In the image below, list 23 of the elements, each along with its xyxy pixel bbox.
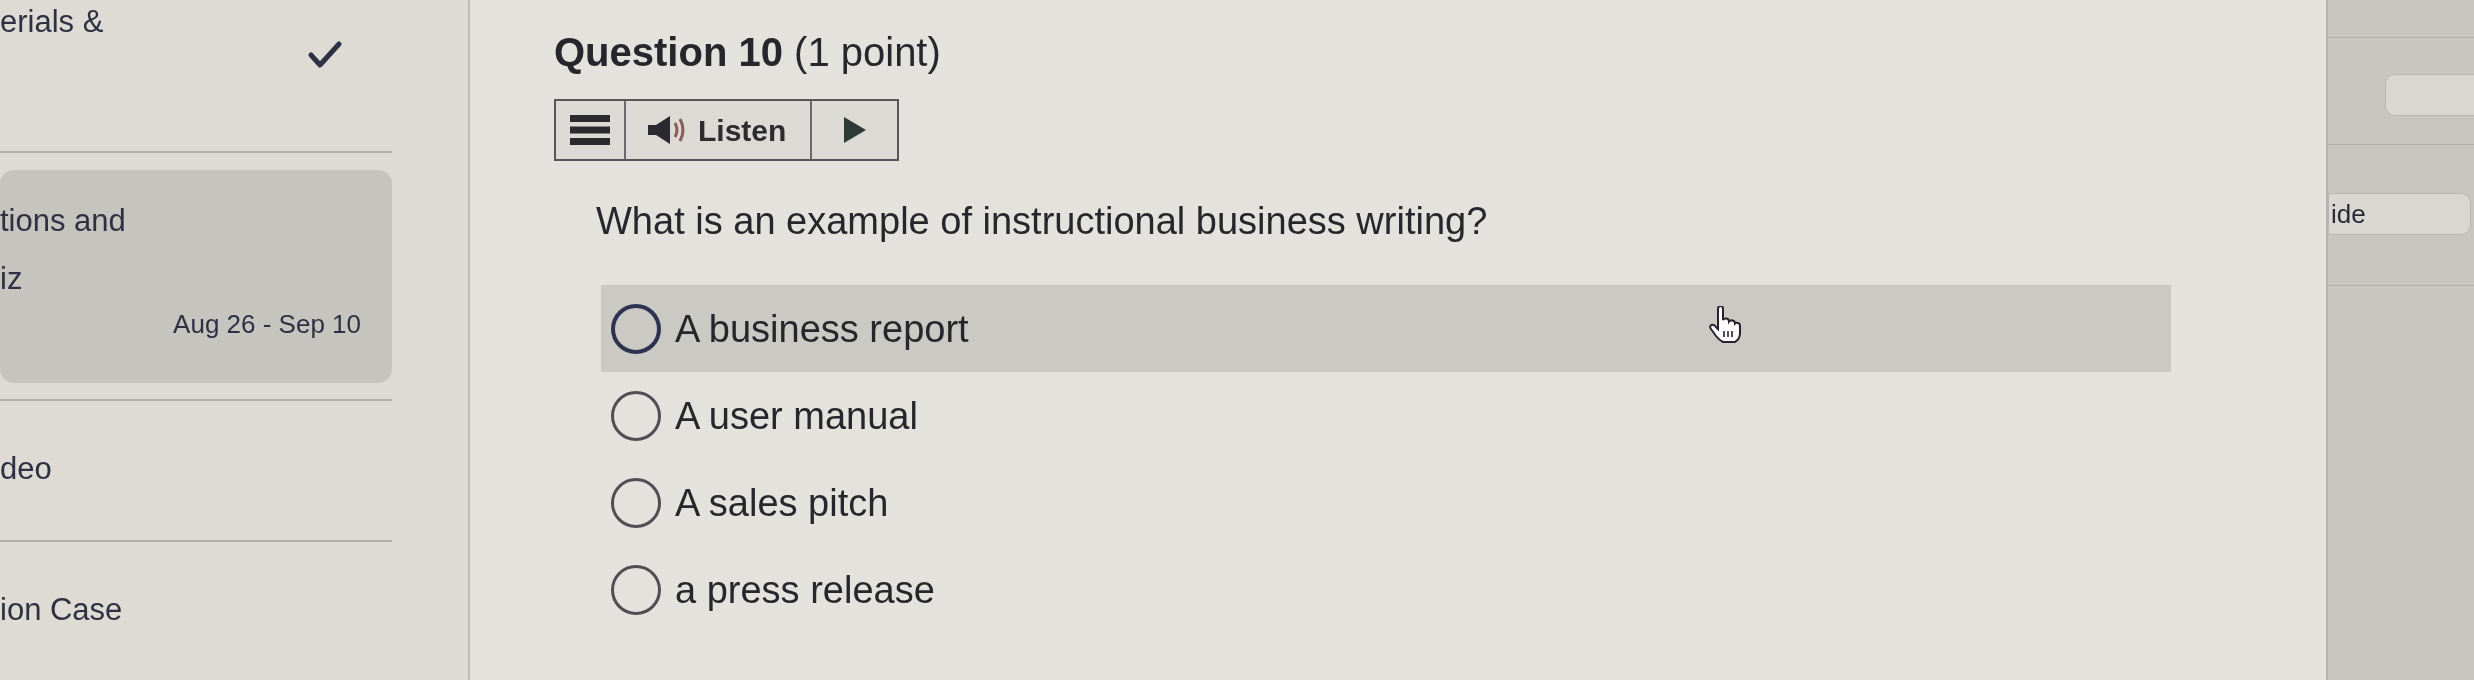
module-title: erials & [0, 4, 105, 40]
module-title: ion Case [0, 592, 124, 628]
question-text: What is an example of instructional business writing? [596, 199, 1488, 244]
radio-button[interactable] [611, 564, 661, 615]
module-title: tions and iz [0, 202, 127, 298]
option-label: A user manual [675, 393, 918, 439]
module-title: deo [0, 451, 53, 487]
question-heading: Question 10 (1 point) [554, 29, 941, 76]
panel-button[interactable]: ide [2328, 193, 2471, 235]
speaker-icon [646, 115, 686, 145]
module-dates: Aug 26 - Sep 10 [173, 308, 361, 340]
radio-button[interactable] [611, 477, 661, 528]
option-highlight[interactable]: A business report [601, 285, 2171, 372]
play-icon [843, 117, 866, 143]
option-label: A business report [675, 306, 969, 352]
radio-button[interactable] [611, 390, 661, 441]
radio-button[interactable] [611, 303, 661, 354]
text-field[interactable] [2385, 74, 2474, 116]
option-label: A sales pitch [675, 480, 889, 526]
selected-module-card[interactable]: tions and iz Aug 26 - Sep 10 [0, 170, 392, 383]
menu-icon [570, 115, 610, 145]
hand-cursor-icon [1709, 306, 1741, 344]
option-label: a press release [675, 567, 935, 613]
